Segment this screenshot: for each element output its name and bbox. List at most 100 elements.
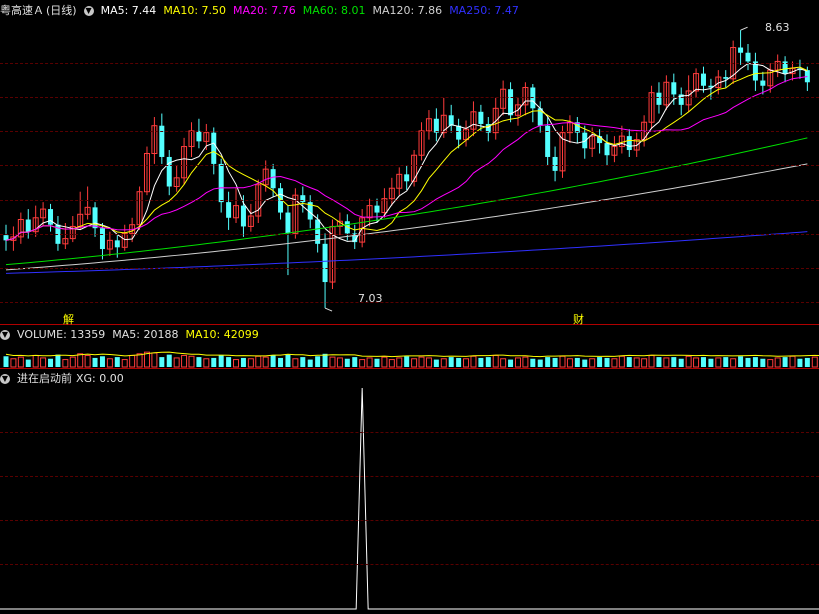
volume-bar-up <box>767 359 774 368</box>
candle-body-down <box>478 111 484 124</box>
volume-bar-up <box>715 357 722 368</box>
candle-body-down <box>285 212 291 234</box>
volume-bar-down <box>574 357 580 367</box>
volume-bar-up <box>255 355 262 368</box>
xg-signal-line <box>0 387 819 610</box>
volume-bar-up <box>641 358 648 368</box>
candle-body-down <box>374 205 380 213</box>
volume-bar-up <box>62 359 69 368</box>
dropdown-icon[interactable]: ▼ <box>83 6 94 16</box>
grid-line <box>0 432 819 433</box>
volume-bar-up <box>774 357 781 368</box>
volume-bar-up <box>618 355 625 368</box>
candle-body-down <box>196 130 202 142</box>
candle-body-down <box>656 92 662 105</box>
ma10-line <box>5 66 808 241</box>
volume-bar-down <box>307 359 313 367</box>
volume-bar-down <box>92 357 98 367</box>
grid-line <box>0 97 819 98</box>
volume-bar-down <box>448 357 454 367</box>
volume-bar-down <box>55 354 61 367</box>
candle-body-down <box>582 132 588 149</box>
candle-body-down <box>404 174 410 182</box>
candle-body-down <box>745 52 751 62</box>
volume-bar-up <box>262 356 269 368</box>
volume-bar-up <box>559 355 566 368</box>
ma60-line <box>5 137 808 266</box>
volume-bar-up <box>425 357 432 368</box>
volume-bar-down <box>797 358 803 367</box>
xg-label: XG: 0.00 <box>76 372 124 385</box>
volume-bar-down <box>433 359 439 367</box>
volume-bar-down <box>211 357 217 367</box>
volume-bar-up <box>173 357 180 368</box>
volume-bar-down <box>485 357 491 367</box>
period-label: (日线) <box>46 4 77 17</box>
volume-bar-up <box>69 356 76 368</box>
volume-bar-down <box>285 354 291 367</box>
volume-bar-up <box>500 358 507 368</box>
volume-bar-up <box>470 355 477 368</box>
volume-bar-up <box>440 358 447 368</box>
grid-line <box>0 165 819 166</box>
volume-bar-down <box>278 357 284 367</box>
high-price-label: 8.63 <box>765 21 790 34</box>
stock-name[interactable]: 粤高速Ａ <box>0 4 44 17</box>
volume-bar-up <box>247 358 254 368</box>
candle-body-down <box>300 195 306 203</box>
volume-bar-down <box>804 357 810 367</box>
grid-line <box>0 476 819 477</box>
volume-bar-down <box>708 358 714 367</box>
volume-bar-down <box>782 357 788 367</box>
volume-bar-down <box>678 358 684 367</box>
volume-label: VOLUME: 13359 <box>17 328 106 341</box>
volume-bar-up <box>381 356 388 368</box>
volume-bar-down <box>3 356 9 367</box>
volume-bar-down <box>25 359 31 367</box>
volume-bar-down <box>738 356 744 367</box>
volume-bar-down <box>723 357 729 367</box>
volume-bar-up <box>136 353 143 368</box>
price-header: 粤高速Ａ (日线) ▼ MA5: 7.44 MA10: 7.50 MA20: 7.76 MA… <box>0 4 526 18</box>
grid-line <box>0 63 819 64</box>
grid-line <box>0 302 819 303</box>
volume-bar-up <box>336 357 343 368</box>
volume-bar-down <box>240 357 246 367</box>
volume-bar-down <box>344 358 350 367</box>
candle-body-down <box>114 240 120 248</box>
volume-bar-down <box>626 357 632 367</box>
indicator-header: ▼ 进在启动前 XG: 0.00 <box>0 372 131 386</box>
dropdown-icon[interactable]: ▼ <box>0 330 10 340</box>
event-marker-jie[interactable]: 解 <box>63 311 74 327</box>
grid-line <box>0 268 819 269</box>
event-marker-cai[interactable]: 财 <box>573 311 584 327</box>
candle-body-down <box>166 156 172 187</box>
volume-bar-up <box>611 358 618 368</box>
volume-bar-down <box>48 358 54 367</box>
volume-bar-down <box>478 357 484 367</box>
volume-bar-up <box>463 358 470 368</box>
volume-bar-up <box>730 358 737 368</box>
volume-bar-up <box>17 356 24 368</box>
volume-bar-down <box>530 358 536 367</box>
volume-bar-up <box>411 358 418 368</box>
grid-line <box>0 234 819 235</box>
candle-body-down <box>626 136 632 151</box>
grid-line <box>0 131 819 132</box>
ma250-label: MA250: 7.47 <box>449 4 519 17</box>
candle-body-down <box>270 169 276 189</box>
volume-bar-up <box>32 354 39 368</box>
volume-bar-up <box>366 357 373 368</box>
indicator-name: 进在启动前 <box>17 372 72 385</box>
volume-bar-up <box>589 358 596 368</box>
volume-bar-up <box>633 357 640 368</box>
dropdown-icon[interactable]: ▼ <box>0 374 10 384</box>
candle-body-down <box>723 77 729 79</box>
candle-body-down <box>604 143 610 156</box>
volume-bar-up <box>129 354 136 368</box>
volume-bar-down <box>196 357 202 367</box>
volume-bar-up <box>418 356 425 368</box>
ma5-label: MA5: 7.44 <box>100 4 157 17</box>
volume-bar-up <box>84 354 91 368</box>
volume-bar-up <box>181 354 188 368</box>
